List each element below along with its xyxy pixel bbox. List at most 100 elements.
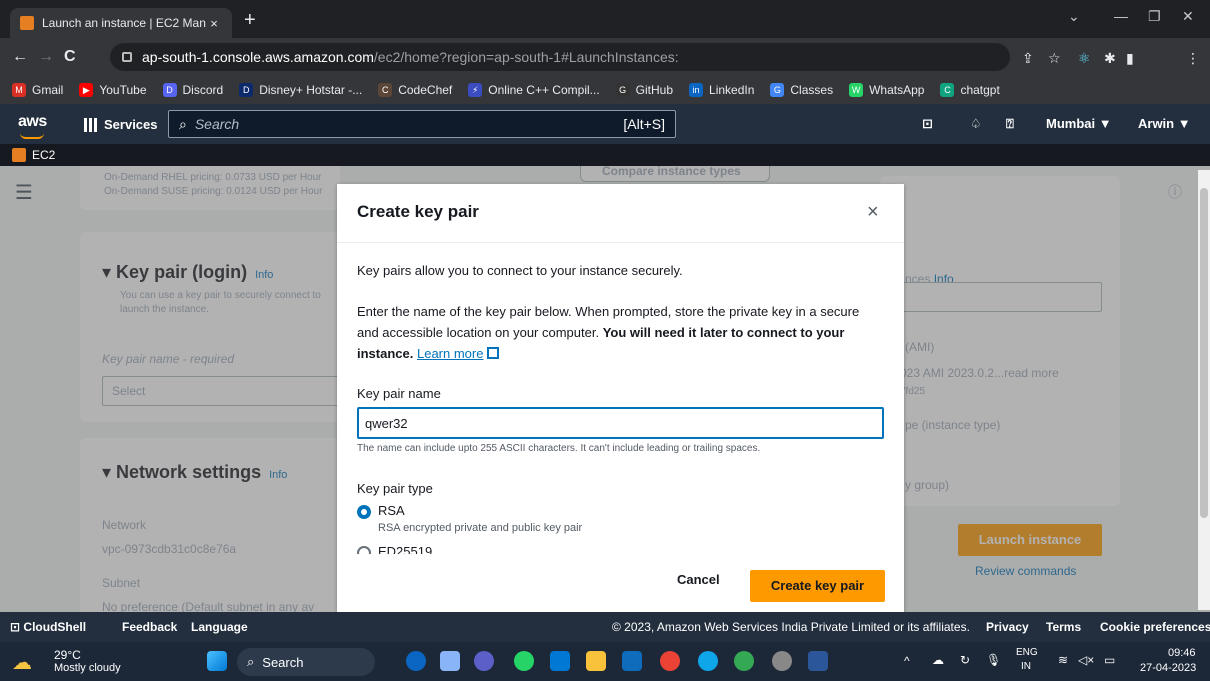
search-shortcut: [Alt+S] [623, 116, 665, 132]
privacy-link[interactable]: Privacy [986, 620, 1029, 634]
bookmark-online-cpp[interactable]: ⚡ Online C++ Compil... [468, 83, 600, 97]
browser-menu-icon[interactable]: ⋮ [1186, 50, 1200, 67]
bookmark-discord[interactable]: D Discord [162, 83, 223, 97]
restore-icon[interactable]: ❐ [1148, 8, 1161, 25]
bookmark-github[interactable]: G GitHub [615, 83, 673, 97]
battery-icon[interactable]: ▭ [1104, 653, 1115, 667]
forward-icon[interactable]: → [38, 48, 54, 66]
edge-icon[interactable] [698, 651, 718, 671]
cloudshell-icon: ⊡ [10, 620, 21, 634]
search-icon: ⌕ [247, 654, 255, 669]
wifi-icon[interactable]: ≋ [1058, 653, 1068, 667]
tray-sync-icon[interactable]: ↻ [960, 653, 970, 667]
bookmark-linkedin[interactable]: in LinkedIn [689, 83, 754, 97]
new-tab-button[interactable]: + [244, 10, 256, 30]
modal-close-icon[interactable]: × [867, 202, 879, 222]
windows-start-icon[interactable] [207, 651, 227, 671]
rsa-radio[interactable] [357, 505, 371, 519]
language-link[interactable]: Language [191, 620, 248, 634]
chevron-up-icon[interactable]: ^ [904, 654, 910, 668]
terms-link[interactable]: Terms [1046, 620, 1081, 634]
back-icon[interactable]: ← [12, 48, 28, 66]
bookmark-whatsapp[interactable]: W WhatsApp [849, 83, 924, 97]
bookmark-chatgpt[interactable]: Cchatgpt [940, 83, 1000, 97]
bookmark-youtube[interactable]: ▶ YouTube [79, 83, 147, 97]
tab-title: Launch an instance | EC2 Manag [42, 16, 206, 30]
lock-icon [122, 52, 132, 62]
aws-top-nav: aws Services ⌕ Search [Alt+S] ⊡ ♤ ⍰ Mumb… [0, 104, 1210, 144]
word-icon[interactable] [808, 651, 828, 671]
page-scrollbar[interactable] [1198, 170, 1210, 610]
aws-ec2-favicon-icon [20, 16, 34, 30]
rsa-description: RSA encrypted private and public key pai… [378, 522, 583, 534]
mail-icon[interactable] [622, 651, 642, 671]
address-bar[interactable]: ap-south-1.console.aws.amazon.com /ec2/h… [110, 43, 1010, 71]
url-host: ap-south-1.console.aws.amazon.com [142, 49, 374, 65]
cloudshell-button[interactable]: ⊡ CloudShell [10, 620, 86, 634]
cancel-button[interactable]: Cancel [677, 572, 720, 587]
region-selector[interactable]: Mumbai ▼ [1046, 116, 1112, 131]
reload-icon[interactable]: C [64, 48, 76, 66]
clock-time[interactable]: 09:46 [1168, 647, 1196, 659]
aws-search-input[interactable]: ⌕ Search [Alt+S] [168, 110, 676, 138]
tab-search-icon[interactable]: ⌄ [1068, 8, 1080, 25]
external-link-icon [487, 347, 500, 359]
share-icon[interactable]: ⇪ [1022, 50, 1034, 67]
task-view-icon[interactable] [440, 651, 460, 671]
bookmarks-bar: M Gmail ▶ YouTube D Discord D Disney+ Hotsta… [0, 76, 1210, 104]
bookmark-star-icon[interactable]: ☆ [1048, 50, 1061, 67]
bookmark-hotstar[interactable]: D Disney+ Hotstar -... [239, 83, 362, 97]
tray-app-icon[interactable]: ☁ [932, 653, 944, 667]
weather-icon[interactable]: ☁ [12, 650, 32, 675]
create-key-pair-button[interactable]: Create key pair [750, 570, 885, 602]
search-icon: ⌕ [179, 115, 187, 132]
app-icon-1[interactable] [406, 651, 426, 671]
weather-desc[interactable]: Mostly cloudy [54, 662, 121, 674]
file-explorer-icon[interactable] [586, 651, 606, 671]
volume-icon[interactable]: ◁× [1078, 653, 1094, 667]
store-icon[interactable] [550, 651, 570, 671]
google-icon: G [770, 83, 785, 97]
lang-in[interactable]: IN [1021, 661, 1031, 672]
lang-eng[interactable]: ENG [1016, 647, 1038, 658]
ec2-link[interactable]: EC2 [32, 148, 55, 162]
feedback-link[interactable]: Feedback [122, 620, 177, 634]
bookmark-classes[interactable]: G Classes [770, 83, 833, 97]
taskbar-search[interactable]: ⌕ Search [237, 648, 375, 676]
teams-icon[interactable] [474, 651, 494, 671]
chrome-icon[interactable] [660, 651, 680, 671]
extensions-puzzle-icon[interactable]: ✱ [1104, 50, 1116, 67]
browser-tab[interactable]: Launch an instance | EC2 Manag × [10, 8, 232, 38]
whatsapp-taskbar-icon[interactable] [514, 651, 534, 671]
tab-close-icon[interactable]: × [206, 16, 222, 31]
notifications-bell-icon[interactable]: ♤ [970, 116, 982, 132]
clock-date[interactable]: 27-04-2023 [1140, 662, 1196, 674]
key-pair-name-input[interactable] [357, 407, 884, 439]
aws-logo[interactable]: aws [18, 113, 47, 139]
minimize-icon[interactable]: — [1114, 8, 1128, 24]
bookmark-gmail[interactable]: M Gmail [12, 83, 63, 97]
account-menu[interactable]: Arwin ▼ [1138, 116, 1191, 131]
codechef-icon: C [378, 83, 393, 97]
chatgpt-icon: C [940, 83, 955, 97]
close-window-icon[interactable]: ✕ [1182, 8, 1194, 25]
bookmark-codechef[interactable]: C CodeChef [378, 83, 452, 97]
search-placeholder: Search [194, 116, 240, 132]
hotstar-icon: D [239, 83, 254, 97]
react-devtools-icon[interactable]: ⚛ [1078, 50, 1091, 67]
console-footer: ⊡ CloudShell Feedback Language © 2023, A… [0, 612, 1210, 642]
rsa-label: RSA [378, 503, 405, 518]
learn-more-link[interactable]: Learn more [417, 346, 483, 361]
help-icon[interactable]: ⍰ [1006, 116, 1014, 132]
side-panel-icon[interactable]: ▮ [1126, 50, 1134, 67]
settings-gear-icon[interactable] [772, 651, 792, 671]
chrome-profile-icon[interactable] [734, 651, 754, 671]
scrollbar-thumb[interactable] [1200, 188, 1208, 518]
microphone-icon[interactable]: 🎙 [986, 653, 1001, 667]
modal-description: Enter the name of the key pair below. Wh… [357, 304, 860, 361]
copyright-text: © 2023, Amazon Web Services India Privat… [612, 620, 970, 634]
weather-temp[interactable]: 29°C [54, 648, 81, 662]
cookie-preferences-link[interactable]: Cookie preferences [1100, 620, 1210, 634]
cloudshell-icon[interactable]: ⊡ [922, 116, 933, 132]
services-menu-button[interactable]: Services [84, 117, 158, 132]
